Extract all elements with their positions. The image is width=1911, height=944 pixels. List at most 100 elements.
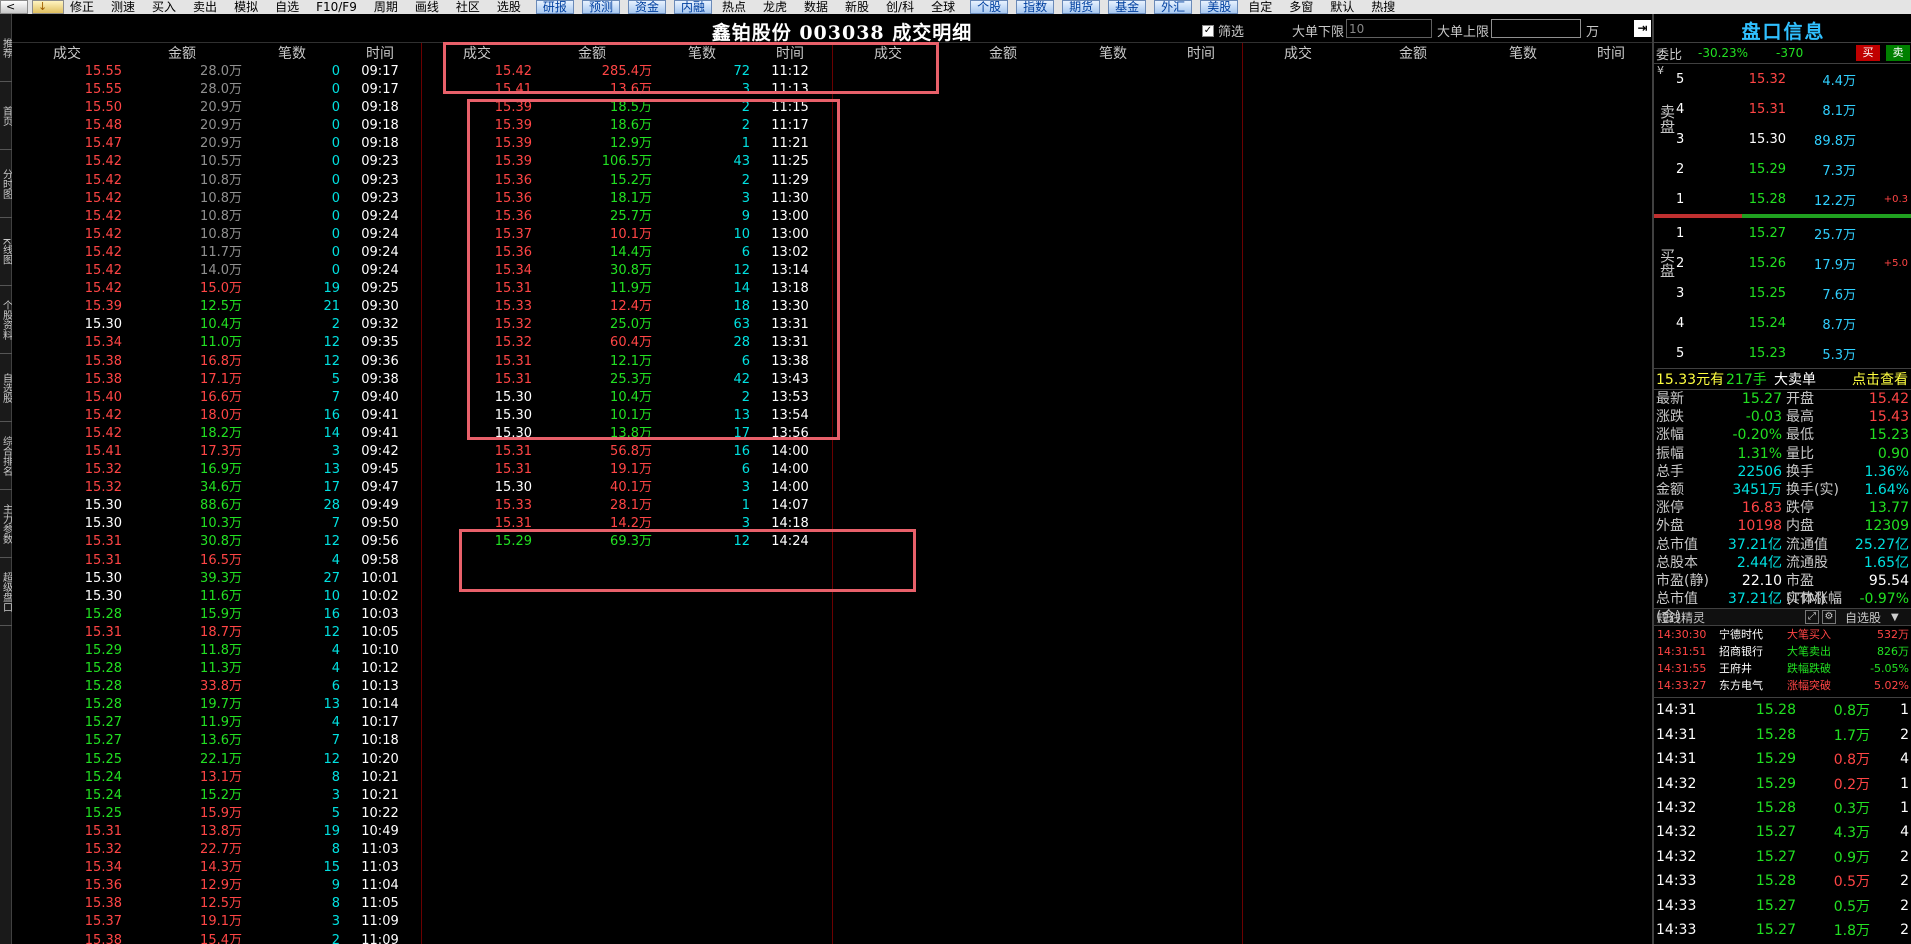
trade-row[interactable]: 15.36 18.1万 3 11:30 xyxy=(422,190,832,208)
trade-row[interactable]: 15.34 14.3万 15 11:03 xyxy=(12,859,421,877)
trade-row[interactable]: 15.28 11.3万 4 10:12 xyxy=(12,660,421,678)
left-tab-6[interactable]: 综合排名 xyxy=(0,422,12,490)
menu-item-21[interactable]: 个股 xyxy=(970,0,1009,14)
tick-row[interactable]: 14:31 15.28 0.8万 1 xyxy=(1654,698,1911,722)
bid-level-2[interactable]: 2 15.26 17.9万 +5.0 xyxy=(1654,248,1911,278)
trade-row[interactable]: 15.39 18.6万 2 11:17 xyxy=(422,117,832,135)
ask-level-4[interactable]: 4 15.31 8.1万 xyxy=(1654,94,1911,124)
low-limit-input[interactable] xyxy=(1346,19,1432,38)
amount-header[interactable]: 金额 xyxy=(122,43,244,63)
trade-row[interactable]: 15.32 25.0万 63 13:31 xyxy=(422,316,832,334)
menu-item-27[interactable]: 自定 xyxy=(1246,0,1274,14)
menu-item-25[interactable]: 外汇 xyxy=(1154,0,1193,14)
menu-item-12[interactable]: 预测 xyxy=(581,0,620,14)
time-header[interactable]: 时间 xyxy=(340,43,420,63)
sprite-row[interactable]: 14:30:30 宁德时代 大笔买入 532万 xyxy=(1654,626,1911,643)
menu-item-6[interactable]: F10/F9 xyxy=(314,0,359,14)
tick-row[interactable]: 14:32 15.28 0.3万 1 xyxy=(1654,796,1911,820)
menu-item-7[interactable]: 周期 xyxy=(372,0,400,14)
menu-item-0[interactable]: 修正 xyxy=(68,0,96,14)
trade-row[interactable]: 15.28 19.7万 13 10:14 xyxy=(12,696,421,714)
menu-item-16[interactable]: 龙虎 xyxy=(761,0,789,14)
trade-row[interactable]: 15.28 15.9万 16 10:03 xyxy=(12,606,421,624)
time-header[interactable]: 时间 xyxy=(1571,43,1651,63)
amount-header[interactable]: 金额 xyxy=(532,43,654,63)
tick-row[interactable]: 14:32 15.27 0.9万 2 xyxy=(1654,845,1911,869)
menu-item-2[interactable]: 买入 xyxy=(150,0,178,14)
menu-item-29[interactable]: 默认 xyxy=(1328,0,1356,14)
tick-row[interactable]: 14:33 15.27 1.8万 2 xyxy=(1654,918,1911,942)
trade-row[interactable]: 15.36 15.2万 2 11:29 xyxy=(422,172,832,190)
price-header[interactable]: 成交 xyxy=(833,43,943,63)
back-button[interactable]: < xyxy=(0,0,28,14)
filter-toggle[interactable]: ✓ 筛选 xyxy=(1202,21,1244,40)
menu-item-28[interactable]: 多窗 xyxy=(1287,0,1315,14)
trade-row[interactable]: 15.31 11.9万 14 13:18 xyxy=(422,280,832,298)
trade-row[interactable]: 15.37 10.1万 10 13:00 xyxy=(422,226,832,244)
trade-row[interactable]: 15.42 18.2万 14 09:41 xyxy=(12,425,421,443)
menu-item-10[interactable]: 选股 xyxy=(495,0,523,14)
trade-row[interactable]: 15.41 13.6万 3 11:13 xyxy=(422,81,832,99)
menu-item-11[interactable]: 研报 xyxy=(535,0,574,14)
trade-row[interactable]: 15.24 13.1万 8 10:21 xyxy=(12,769,421,787)
big-sell-alert[interactable]: 15.33元有 217手 大卖单 点击查看 xyxy=(1654,368,1911,390)
menu-item-19[interactable]: 创/科 xyxy=(884,0,916,14)
trade-row[interactable]: 15.30 39.3万 27 10:01 xyxy=(12,570,421,588)
chevron-down-icon[interactable]: ▼ xyxy=(1891,612,1899,623)
trade-row[interactable]: 15.31 19.1万 6 14:00 xyxy=(422,461,832,479)
trade-row[interactable]: 15.32 22.7万 8 11:03 xyxy=(12,841,421,859)
amount-header[interactable]: 金额 xyxy=(943,43,1065,63)
menu-item-14[interactable]: 内融 xyxy=(673,0,712,14)
price-header[interactable]: 成交 xyxy=(422,43,532,63)
exit-icon[interactable]: ⇥ xyxy=(1634,20,1651,37)
count-header[interactable]: 笔数 xyxy=(654,43,750,63)
sprite-row[interactable]: 14:31:51 招商银行 大笔卖出 826万 xyxy=(1654,643,1911,660)
trade-row[interactable]: 15.27 11.9万 4 10:17 xyxy=(12,714,421,732)
quick-buy-button[interactable]: 买 xyxy=(1856,45,1880,61)
bid-level-3[interactable]: 3 15.25 7.6万 xyxy=(1654,278,1911,308)
trade-row[interactable]: 15.42 10.8万 0 09:24 xyxy=(12,226,421,244)
menu-item-26[interactable]: 美股 xyxy=(1200,0,1239,14)
trade-row[interactable]: 15.42 10.8万 0 09:24 xyxy=(12,208,421,226)
trade-row[interactable]: 15.30 10.1万 13 13:54 xyxy=(422,407,832,425)
quick-sell-button[interactable]: 卖 xyxy=(1886,45,1910,61)
trade-row[interactable]: 15.31 14.2万 3 14:18 xyxy=(422,515,832,533)
expand-icon[interactable]: ⤢ xyxy=(1805,610,1819,625)
trade-row[interactable]: 15.32 34.6万 17 09:47 xyxy=(12,479,421,497)
tick-row[interactable]: 14:31 15.29 0.8万 4 xyxy=(1654,747,1911,771)
menu-item-23[interactable]: 期货 xyxy=(1062,0,1101,14)
bid-level-5[interactable]: 5 15.23 5.3万 xyxy=(1654,338,1911,368)
trade-row[interactable]: 15.42 285.4万 72 11:12 xyxy=(422,63,832,81)
trade-row[interactable]: 15.37 19.1万 3 11:09 xyxy=(12,913,421,931)
trade-row[interactable]: 15.31 12.1万 6 13:38 xyxy=(422,353,832,371)
trade-row[interactable]: 15.31 18.7万 12 10:05 xyxy=(12,624,421,642)
trade-row[interactable]: 15.38 17.1万 5 09:38 xyxy=(12,371,421,389)
trade-row[interactable]: 15.27 13.6万 7 10:18 xyxy=(12,732,421,750)
trade-row[interactable]: 15.50 20.9万 0 09:18 xyxy=(12,99,421,117)
trade-row[interactable]: 15.29 11.8万 4 10:10 xyxy=(12,642,421,660)
trade-row[interactable]: 15.55 28.0万 0 09:17 xyxy=(12,63,421,81)
trade-row[interactable]: 15.31 30.8万 12 09:56 xyxy=(12,533,421,551)
left-tab-2[interactable]: 分时图 xyxy=(0,150,12,218)
trade-row[interactable]: 15.33 12.4万 18 13:30 xyxy=(422,298,832,316)
left-tab-0[interactable]: 推荐 xyxy=(0,14,12,82)
trade-row[interactable]: 15.38 12.5万 8 11:05 xyxy=(12,895,421,913)
tick-row[interactable]: 14:32 15.29 0.2万 1 xyxy=(1654,771,1911,795)
trade-row[interactable]: 15.30 10.3万 7 09:50 xyxy=(12,515,421,533)
trade-row[interactable]: 15.42 10.5万 0 09:23 xyxy=(12,153,421,171)
menu-item-15[interactable]: 热点 xyxy=(720,0,748,14)
watchlist-select[interactable]: 自选股 xyxy=(1845,609,1881,626)
ask-level-2[interactable]: 2 15.29 7.3万 xyxy=(1654,154,1911,184)
tick-row[interactable]: 14:31 15.28 1.7万 2 xyxy=(1654,723,1911,747)
trade-row[interactable]: 15.31 13.8万 19 10:49 xyxy=(12,823,421,841)
trade-row[interactable]: 15.25 22.1万 12 10:20 xyxy=(12,751,421,769)
trade-row[interactable]: 15.38 15.4万 2 11:09 xyxy=(12,932,421,944)
tick-row[interactable]: 14:33 15.28 0.5万 2 xyxy=(1654,869,1911,893)
trade-row[interactable]: 15.41 17.3万 3 09:42 xyxy=(12,443,421,461)
price-header[interactable]: 成交 xyxy=(1243,43,1353,63)
trade-row[interactable]: 15.25 15.9万 5 10:22 xyxy=(12,805,421,823)
menu-item-18[interactable]: 新股 xyxy=(843,0,871,14)
trade-row[interactable]: 15.42 11.7万 0 09:24 xyxy=(12,244,421,262)
bid-level-4[interactable]: 4 15.24 8.7万 xyxy=(1654,308,1911,338)
trade-row[interactable]: 15.24 15.2万 3 10:21 xyxy=(12,787,421,805)
